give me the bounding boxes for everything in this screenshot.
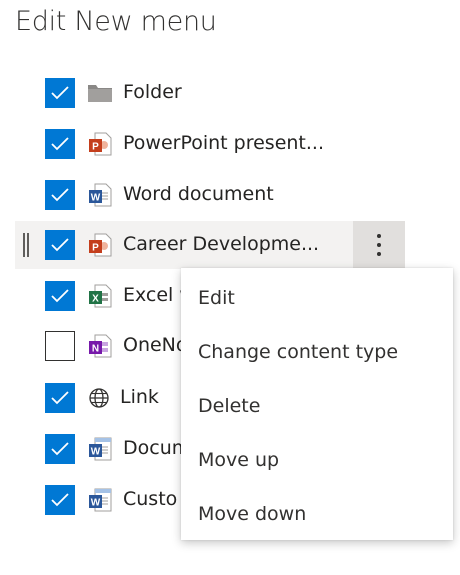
menu-item-change-content-type[interactable]: Change content type	[181, 325, 453, 379]
checkbox[interactable]	[45, 485, 75, 515]
list-item-label: PowerPoint present...	[123, 132, 325, 154]
checkmark-icon	[51, 493, 69, 507]
powerpoint-icon: P	[87, 232, 113, 258]
onenote-icon: N	[87, 333, 113, 359]
menu-item-label: Change content type	[198, 341, 399, 363]
checkmark-icon	[51, 289, 69, 303]
list-item-label: Word document	[123, 183, 274, 205]
globe-icon	[87, 385, 113, 411]
more-dot	[377, 234, 381, 238]
powerpoint-icon: P	[87, 131, 113, 157]
menu-item-label: Edit	[198, 287, 235, 309]
excel-icon: X	[87, 283, 113, 309]
checkbox[interactable]	[45, 281, 75, 311]
checkbox[interactable]	[45, 434, 75, 464]
word-template-icon: W	[87, 436, 113, 462]
list-item-label: OneNo	[123, 334, 188, 356]
list-item[interactable]: Folder	[15, 69, 405, 117]
menu-item-label: Move up	[198, 449, 280, 471]
drag-handle-icon[interactable]	[23, 233, 29, 257]
checkbox[interactable]	[45, 230, 75, 260]
svg-text:P: P	[92, 243, 99, 254]
page-title: Edit New menu	[15, 6, 217, 37]
menu-item-delete[interactable]: Delete	[181, 379, 453, 433]
list-item[interactable]: P PowerPoint present...	[15, 120, 405, 168]
more-dot	[377, 243, 381, 247]
more-dot	[377, 252, 381, 256]
svg-text:W: W	[91, 498, 101, 509]
svg-text:N: N	[92, 344, 99, 355]
menu-item-move-up[interactable]: Move up	[181, 433, 453, 487]
more-options-button[interactable]	[353, 221, 405, 269]
list-item-hovered[interactable]: P Career Developme...	[15, 221, 405, 269]
word-template-icon: W	[87, 487, 113, 513]
checkmark-icon	[51, 391, 69, 405]
context-menu: Edit Change content type Delete Move up …	[181, 268, 453, 540]
menu-item-edit[interactable]: Edit	[181, 271, 453, 325]
menu-item-label: Delete	[198, 395, 261, 417]
checkmark-icon	[51, 442, 69, 456]
checkmark-icon	[51, 86, 69, 100]
folder-icon	[87, 80, 113, 106]
list-item-label: Link	[120, 386, 159, 408]
checkbox[interactable]	[45, 180, 75, 210]
svg-text:W: W	[91, 447, 101, 458]
list-item-label: Career Developme...	[123, 233, 320, 255]
menu-item-move-down[interactable]: Move down	[181, 487, 453, 541]
word-icon: W	[87, 182, 113, 208]
checkbox[interactable]	[45, 331, 75, 361]
checkmark-icon	[51, 238, 69, 252]
checkmark-icon	[51, 137, 69, 151]
svg-text:X: X	[92, 294, 99, 305]
checkbox[interactable]	[45, 383, 75, 413]
checkmark-icon	[51, 188, 69, 202]
checkbox[interactable]	[45, 129, 75, 159]
checkbox[interactable]	[45, 78, 75, 108]
menu-item-label: Move down	[198, 503, 307, 525]
svg-text:W: W	[91, 193, 101, 204]
list-item[interactable]: W Word document	[15, 171, 405, 219]
svg-text:P: P	[92, 142, 99, 153]
list-item-label: Folder	[123, 81, 182, 103]
list-item-label: Custo	[123, 488, 178, 510]
